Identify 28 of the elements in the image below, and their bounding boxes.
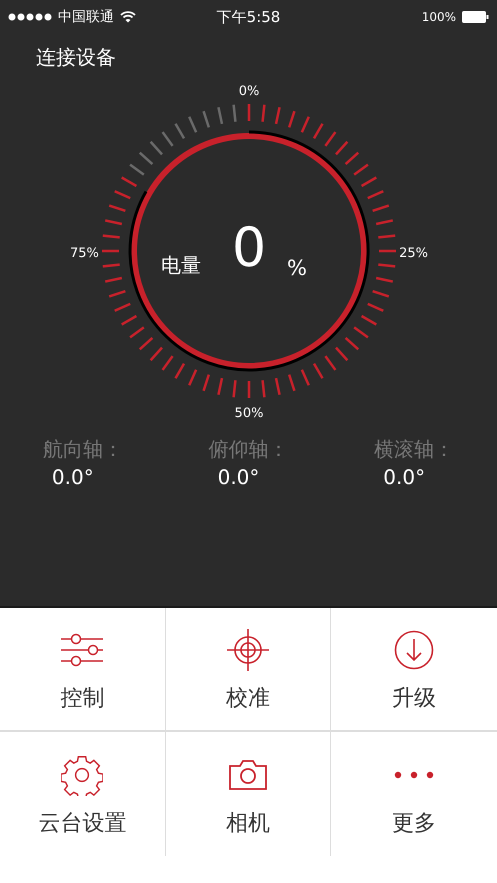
more-icon	[394, 771, 434, 779]
crosshair-icon	[226, 628, 270, 672]
battery-percent: 100%	[422, 10, 456, 24]
wifi-icon	[120, 11, 136, 23]
battery-icon	[462, 11, 489, 23]
gauge-caption: 电量	[160, 253, 200, 277]
gauge-scale-label: 0%	[238, 84, 259, 99]
signal-icon	[8, 13, 52, 21]
axis-label: 横滚轴：	[374, 436, 454, 463]
settings-icon	[61, 754, 104, 796]
gauge-scale-label: 25%	[398, 246, 428, 261]
gauge-scale-label: 50%	[234, 406, 263, 421]
menu-item[interactable]: 控制	[0, 608, 166, 732]
axis-value: 0.0°	[52, 465, 94, 489]
axis-label: 俯仰轴：	[208, 436, 288, 463]
gauge-scale-label: 75%	[70, 246, 98, 261]
menu-item[interactable]: 校准	[166, 608, 332, 732]
page-title: 连接设备	[35, 44, 117, 71]
gauge-unit: %	[286, 256, 306, 280]
sliders-icon	[60, 633, 104, 667]
axis-value: 0.0°	[383, 465, 426, 489]
camera-icon	[228, 759, 268, 791]
download-icon	[394, 630, 434, 670]
axis-label: 航向轴：	[42, 436, 123, 463]
axis-value: 0.0°	[218, 465, 260, 489]
status-time: 下午5:58	[216, 8, 280, 26]
gauge-value: 0	[231, 216, 266, 279]
carrier-name: 中国联通	[58, 8, 114, 26]
